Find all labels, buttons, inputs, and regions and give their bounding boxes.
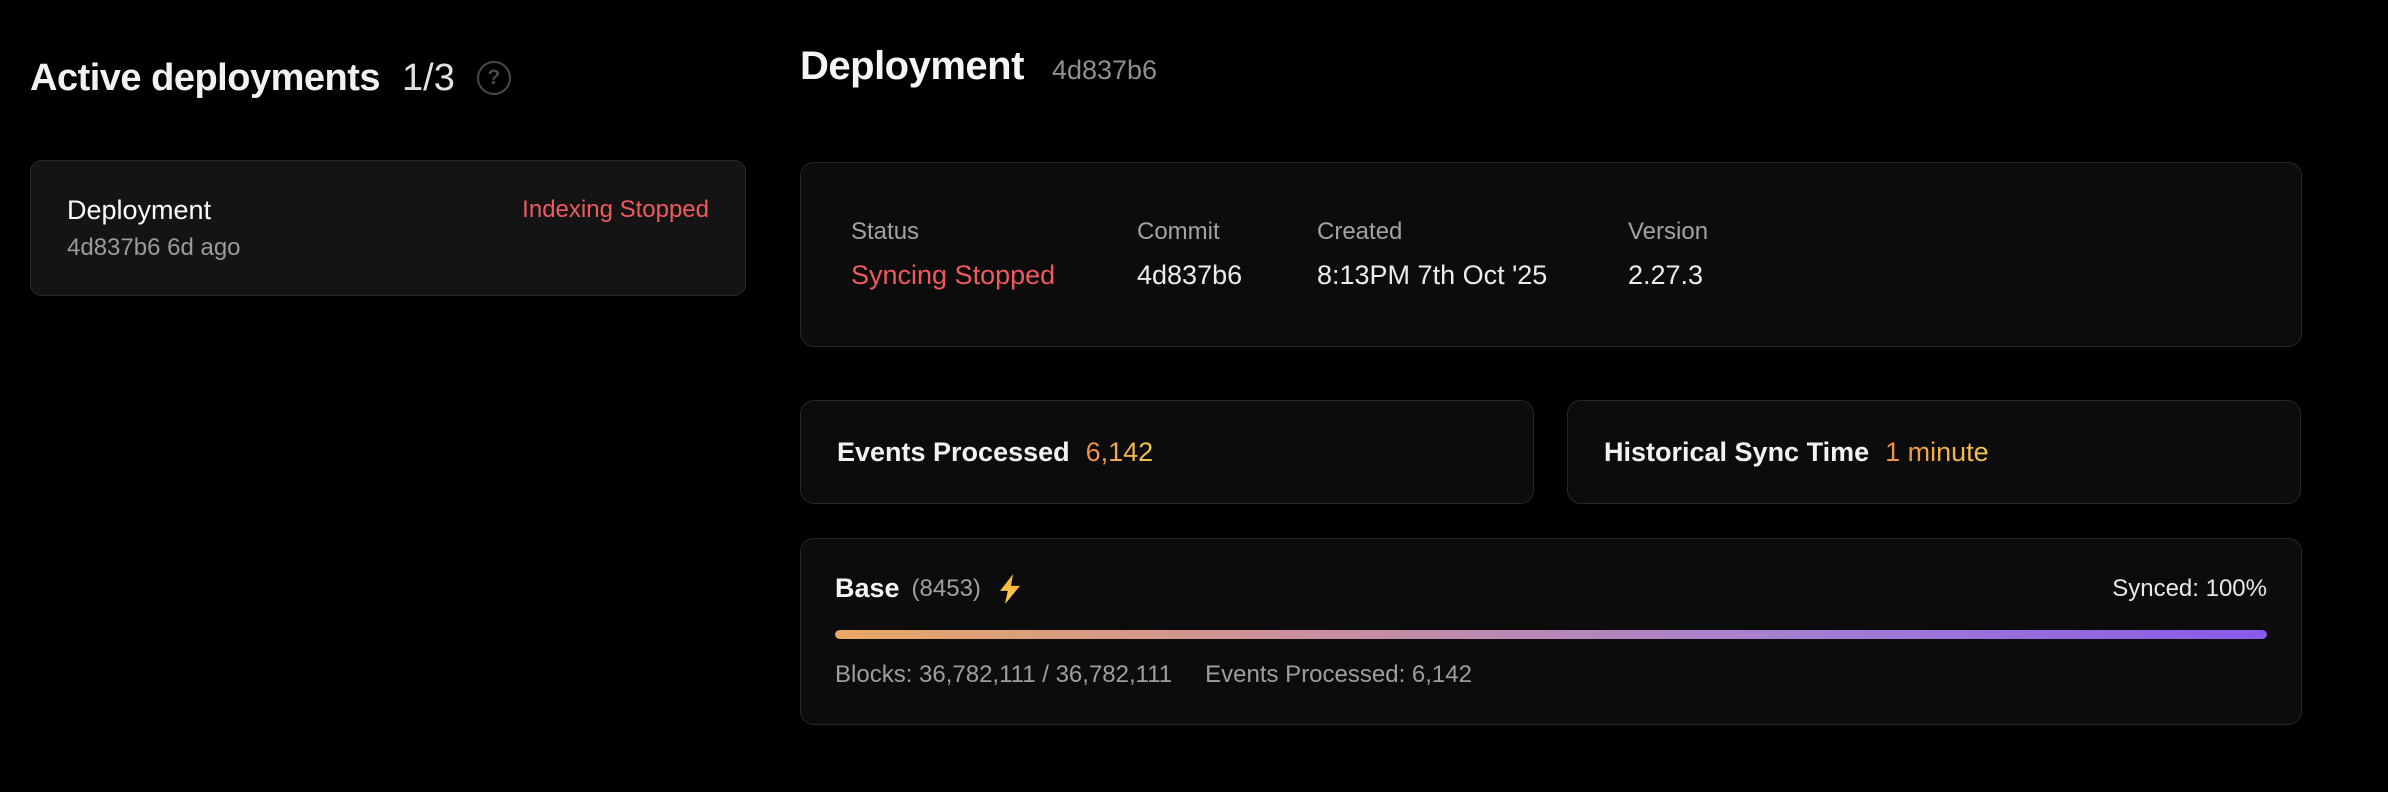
chain-identity: Base (8453) [835, 573, 1023, 604]
chain-name: Base [835, 573, 900, 604]
deployment-list-item-row: Deployment Indexing Stopped [67, 195, 709, 226]
active-deployments-panel: Active deployments 1/3 ? Deployment Inde… [0, 0, 800, 792]
version-field: Version 2.27.3 [1628, 218, 2301, 291]
commit-field: Commit 4d837b6 [1137, 218, 1317, 291]
version-value: 2.27.3 [1628, 260, 2301, 291]
historical-sync-time-label: Historical Sync Time [1604, 437, 1869, 468]
events-processed-value: 6,142 [1086, 437, 1154, 468]
commit-label: Commit [1137, 218, 1317, 246]
chain-sync-header: Base (8453) Synced: 100% [835, 573, 2267, 604]
status-field: Status Syncing Stopped [851, 218, 1137, 291]
deployments-page: Active deployments 1/3 ? Deployment Inde… [0, 0, 2388, 792]
chain-sync-stats: Blocks: 36,782,111 / 36,782,111 Events P… [835, 661, 2267, 689]
deployment-detail-panel: Deployment 4d837b6 Status Syncing Stoppe… [800, 0, 2302, 792]
historical-sync-time-value: 1 minute [1885, 437, 1989, 468]
created-value: 8:13PM 7th Oct '25 [1317, 260, 1628, 291]
overview-card: Status Syncing Stopped Commit 4d837b6 Cr… [800, 162, 2302, 347]
blocks-stat: Blocks: 36,782,111 / 36,782,111 [835, 661, 1172, 689]
status-label: Status [851, 218, 1137, 246]
chain-events-stat: Events Processed: 6,142 [1205, 661, 1472, 689]
events-processed-label: Events Processed [837, 437, 1070, 468]
active-deployments-title: Active deployments [30, 57, 380, 100]
created-field: Created 8:13PM 7th Oct '25 [1317, 218, 1628, 291]
deployment-hash: 4d837b6 [1052, 55, 1157, 86]
deployment-item-name: Deployment [67, 195, 211, 226]
metrics-row: Events Processed 6,142 Historical Sync T… [800, 400, 2302, 504]
deployment-detail-header: Deployment 4d837b6 [800, 44, 2302, 106]
chain-id: (8453) [912, 575, 981, 603]
page-title: Deployment [800, 44, 1024, 89]
historical-sync-time-card: Historical Sync Time 1 minute [1567, 400, 2301, 504]
lightning-bolt-icon [997, 574, 1023, 604]
created-label: Created [1317, 218, 1628, 246]
version-label: Version [1628, 218, 2301, 246]
events-processed-card: Events Processed 6,142 [800, 400, 1534, 504]
sync-progress-track [835, 630, 2267, 639]
chain-sync-card: Base (8453) Synced: 100% [800, 538, 2302, 725]
deployment-list-item[interactable]: Deployment Indexing Stopped 4d837b6 6d a… [30, 160, 746, 296]
active-deployments-header: Active deployments 1/3 ? [30, 50, 800, 106]
deployment-item-status-badge: Indexing Stopped [522, 196, 709, 224]
synced-percentage: Synced: 100% [2112, 575, 2267, 603]
deployment-item-meta: 4d837b6 6d ago [67, 234, 709, 262]
deployments-count: 1/3 [402, 57, 455, 100]
status-value: Syncing Stopped [851, 260, 1137, 291]
sync-progress-fill [835, 630, 2267, 639]
commit-value: 4d837b6 [1137, 260, 1317, 291]
help-icon[interactable]: ? [477, 61, 511, 95]
